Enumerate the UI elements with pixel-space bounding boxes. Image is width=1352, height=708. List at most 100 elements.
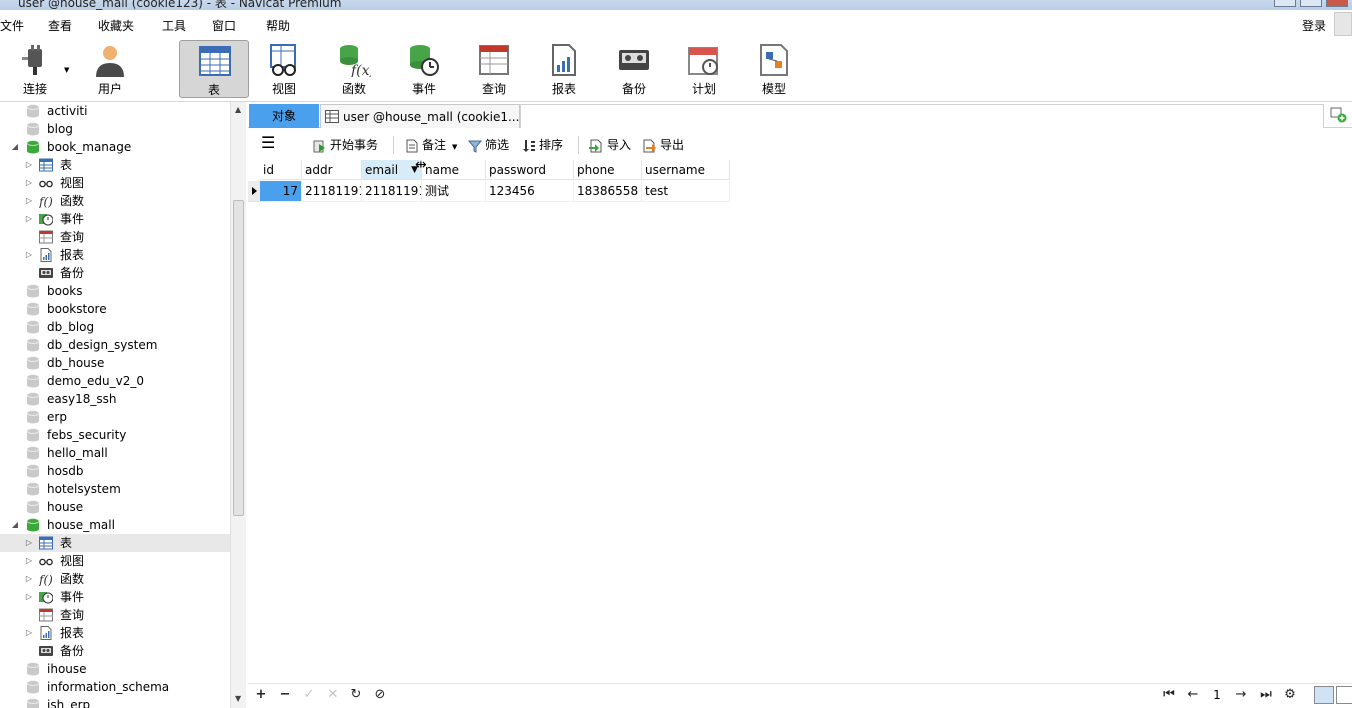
tree-database-item[interactable]: house (0, 498, 230, 516)
user-button[interactable]: 用户 (75, 40, 145, 98)
scroll-thumb[interactable] (233, 200, 244, 516)
settings-gear-icon[interactable]: ⚙ (1282, 687, 1298, 702)
tree-object-item[interactable]: ▷ f() 函数 (0, 192, 230, 210)
connect-button[interactable]: ▼ 连接 (0, 40, 70, 98)
tree-object-item[interactable]: ▷ 报表 (0, 624, 230, 642)
event-button[interactable]: 事件 (389, 40, 459, 98)
delete-record-icon[interactable]: − (277, 687, 293, 702)
tree-database-item[interactable]: demo_edu_v2_0 (0, 372, 230, 390)
tree-database-item[interactable]: information_schema (0, 678, 230, 696)
function-button[interactable]: f(x) 函数 (319, 40, 389, 98)
note-button[interactable]: 备注 ▼ (405, 136, 457, 154)
scroll-up-icon[interactable]: ▲ (235, 105, 241, 114)
stop-icon[interactable]: ⊘ (372, 687, 388, 702)
menu-window[interactable]: 窗口 (212, 17, 236, 34)
tree-database-item[interactable]: bookstore (0, 300, 230, 318)
expand-icon[interactable]: ▷ (24, 246, 34, 264)
current-row-marker-icon[interactable] (248, 181, 260, 202)
maximize-button[interactable] (1300, 0, 1322, 7)
tree-database-item[interactable]: easy18_ssh (0, 390, 230, 408)
tree-object-item[interactable]: ▷ 事件 (0, 210, 230, 228)
tree-database-item[interactable]: blog (0, 120, 230, 138)
expand-icon[interactable]: ▷ (24, 156, 34, 174)
cell-email[interactable]: 21181191 (362, 181, 422, 202)
expand-icon[interactable]: ▷ (24, 588, 34, 606)
expand-icon[interactable]: ▷ (24, 570, 34, 588)
tree-database-item[interactable]: ihouse (0, 660, 230, 678)
tree-database-item[interactable]: jsh_erp (0, 696, 230, 708)
tab-user-table[interactable]: user @house_mall (cookie1... (320, 104, 520, 128)
import-button[interactable]: 导入 (588, 136, 631, 154)
tree-object-item[interactable]: ▷ 视图 (0, 174, 230, 192)
avatar[interactable] (1334, 12, 1352, 36)
menu-favorites[interactable]: 收藏夹 (98, 17, 134, 34)
cell-name[interactable]: 测试 (422, 181, 486, 202)
tree-object-item[interactable]: 备份 (0, 642, 230, 660)
tree-database-item[interactable]: books (0, 282, 230, 300)
tree-database-item[interactable]: ◢ house_mall (0, 516, 230, 534)
tree-object-item[interactable]: 查询 (0, 606, 230, 624)
tab-objects[interactable]: 对象 (249, 104, 319, 128)
collapse-icon[interactable]: ◢ (10, 138, 20, 156)
note-dropdown-icon[interactable]: ▼ (452, 143, 457, 151)
column-header-phone[interactable]: phone (574, 160, 642, 180)
backup-button[interactable]: 备份 (599, 40, 669, 98)
next-page-icon[interactable]: → (1233, 687, 1249, 702)
tree-database-item[interactable]: hello_mall (0, 444, 230, 462)
login-link[interactable]: 登录 (1302, 17, 1326, 34)
tree-object-item[interactable]: 备份 (0, 264, 230, 282)
column-header-username[interactable]: username (642, 160, 730, 180)
tree-database-item[interactable]: db_design_system (0, 336, 230, 354)
menu-view[interactable]: 查看 (48, 17, 72, 34)
schedule-button[interactable]: 计划 (669, 40, 739, 98)
tree-object-item[interactable]: 查询 (0, 228, 230, 246)
view-button[interactable]: 视图 (249, 40, 319, 98)
tree-database-item[interactable]: db_blog (0, 318, 230, 336)
tree-database-item[interactable]: erp (0, 408, 230, 426)
menu-help[interactable]: 帮助 (266, 17, 290, 34)
tree-object-item[interactable]: ▷ 视图 (0, 552, 230, 570)
column-header-password[interactable]: password (486, 160, 574, 180)
page-number[interactable]: 1 (1210, 688, 1224, 702)
column-header-email[interactable]: email ▼ (362, 160, 422, 180)
expand-icon[interactable]: ▷ (24, 174, 34, 192)
query-button[interactable]: 查询 (459, 40, 529, 98)
begin-transaction-button[interactable]: 开始事务 (313, 136, 378, 154)
collapse-icon[interactable]: ◢ (10, 516, 20, 534)
grid-view-icon[interactable] (1314, 686, 1334, 704)
prev-page-icon[interactable]: ← (1185, 687, 1201, 702)
column-header-addr[interactable]: addr (302, 160, 362, 180)
menu-file[interactable]: 文件 (0, 17, 24, 34)
cell-phone[interactable]: 18386558 (574, 181, 642, 202)
minimize-button[interactable] (1274, 0, 1296, 7)
tree-object-item[interactable]: ▷ 表 (0, 534, 230, 552)
tree-object-item[interactable]: ▷ 报表 (0, 246, 230, 264)
tree-database-item[interactable]: activiti (0, 102, 230, 120)
connect-dropdown-icon[interactable]: ▼ (64, 66, 69, 74)
new-tab-icon[interactable] (1330, 107, 1348, 123)
tree-object-item[interactable]: ▷ 表 (0, 156, 230, 174)
expand-icon[interactable]: ▷ (24, 552, 34, 570)
sort-button[interactable]: 排序 (522, 136, 563, 154)
cell-id[interactable]: 17 (260, 181, 302, 202)
expand-icon[interactable]: ▷ (24, 192, 34, 210)
cell-addr[interactable]: 21181191 (302, 181, 362, 202)
export-button[interactable]: 导出 (641, 136, 684, 154)
add-record-icon[interactable]: + (253, 687, 269, 702)
form-view-icon[interactable] (1336, 686, 1352, 704)
apply-changes-icon[interactable]: ✓ (301, 687, 317, 702)
tree-database-item[interactable]: db_house (0, 354, 230, 372)
filter-button[interactable]: 筛选 (468, 136, 509, 154)
model-button[interactable]: 模型 (739, 40, 809, 98)
tree-database-item[interactable]: hotelsystem (0, 480, 230, 498)
column-header-id[interactable]: id (260, 160, 302, 180)
report-button[interactable]: 报表 (529, 40, 599, 98)
tree-database-item[interactable]: febs_security (0, 426, 230, 444)
expand-icon[interactable]: ▷ (24, 534, 34, 552)
menu-tools[interactable]: 工具 (162, 17, 186, 34)
cell-password[interactable]: 123456 (486, 181, 574, 202)
refresh-icon[interactable]: ↻ (348, 687, 364, 702)
tree-object-item[interactable]: ▷ 事件 (0, 588, 230, 606)
table-button[interactable]: 表 (179, 40, 249, 98)
tree-database-item[interactable]: ◢ book_manage (0, 138, 230, 156)
